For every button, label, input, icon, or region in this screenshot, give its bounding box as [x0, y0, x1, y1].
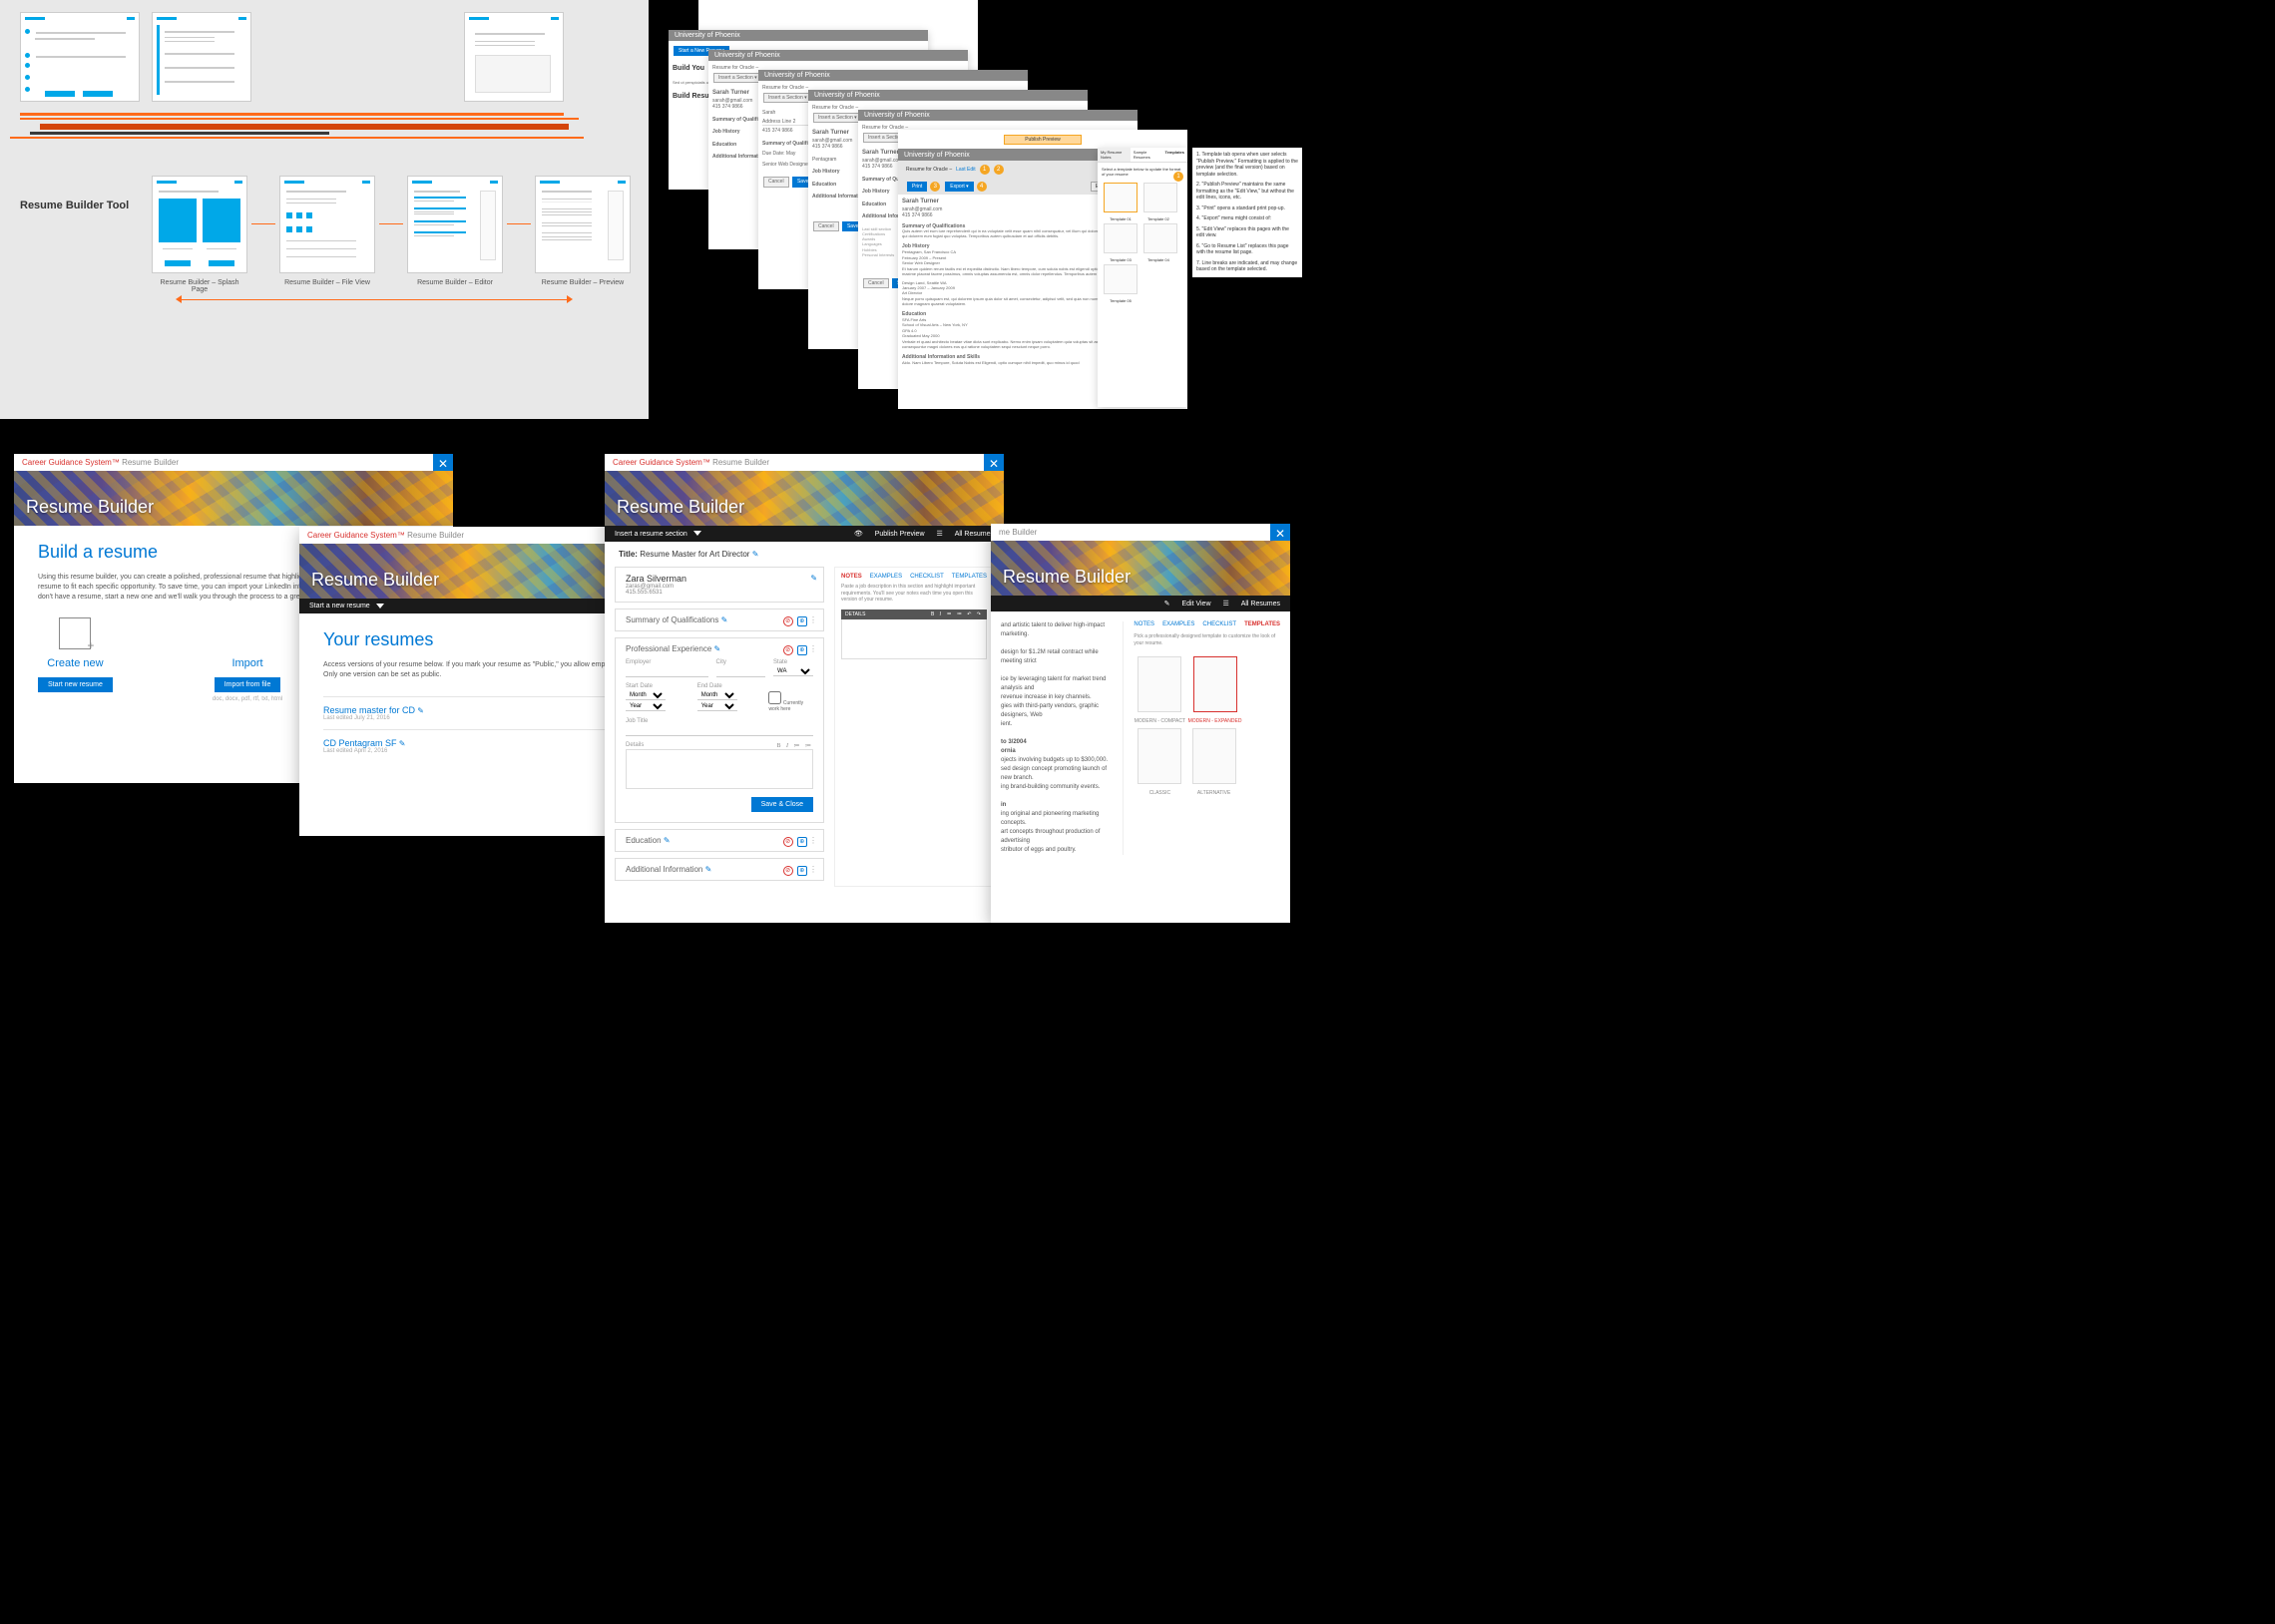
delete-icon[interactable]: ⊘: [783, 616, 793, 626]
template-classic[interactable]: [1138, 728, 1181, 784]
drag-icon[interactable]: ⋮: [809, 644, 817, 653]
wireframe-title: Resume Builder Tool: [20, 200, 129, 211]
template-modern-expanded[interactable]: [1193, 656, 1237, 712]
end-year[interactable]: Year: [697, 702, 737, 711]
template-modern-compact[interactable]: [1138, 656, 1181, 712]
edit-view-link[interactable]: ✎ Edit View: [1164, 601, 1211, 608]
cancel-btn[interactable]: Cancel: [763, 177, 789, 188]
drag-icon[interactable]: ⋮: [809, 836, 817, 845]
publish-preview-pill[interactable]: Publish Preview: [1004, 135, 1082, 145]
add-icon[interactable]: ⊕: [797, 837, 807, 847]
brand: Career Guidance System™: [22, 458, 120, 467]
drag-icon[interactable]: ⋮: [809, 865, 817, 874]
export-btn[interactable]: Export ▾: [945, 182, 973, 192]
state-select[interactable]: WA: [773, 667, 813, 676]
create-new-option: + Create new Start new resume: [38, 617, 113, 702]
cascade-header: University of Phoenix: [669, 30, 928, 41]
notes-textarea[interactable]: [841, 619, 987, 659]
pencil-icon[interactable]: ✎: [721, 615, 728, 624]
wf-splash: [152, 176, 247, 273]
template-thumb-5[interactable]: [1104, 264, 1138, 294]
experience-section: Professional Experience ✎ ⊘ ⊕ ⋮ Employer…: [615, 637, 824, 823]
addl-info-section[interactable]: Additional Information ✎ ⊘ ⊕ ⋮: [615, 858, 824, 881]
import-option: Import Import from file doc, docx, pdf, …: [213, 617, 282, 702]
insert-section-btn[interactable]: Insert a Section ▾: [713, 73, 762, 84]
template-thumb-4[interactable]: [1143, 223, 1177, 253]
details-textarea[interactable]: [626, 749, 813, 789]
wf-label-splash: Resume Builder – Splash Page: [152, 279, 247, 293]
tab-examples[interactable]: EXAMPLES: [1162, 621, 1194, 627]
employer-input[interactable]: [626, 666, 708, 677]
chevron-down-icon: [376, 604, 384, 609]
template-thumb-3[interactable]: [1104, 223, 1138, 253]
create-icon: +: [59, 617, 91, 649]
banner: Resume Builder: [14, 471, 453, 526]
all-resumes-link[interactable]: ☰ All Resumes: [1222, 601, 1280, 608]
template-thumb-2[interactable]: [1143, 183, 1177, 212]
wf-card-1: [20, 12, 140, 102]
education-section[interactable]: Education ✎ ⊘ ⊕ ⋮: [615, 829, 824, 852]
callout-1: 1: [980, 165, 990, 175]
cascade-sidepanel: My Resume Notes Sample Resumes Templates…: [1098, 148, 1187, 407]
city-input[interactable]: [716, 666, 766, 677]
side-tabs: NOTES EXAMPLES CHECKLIST TEMPLATES: [1134, 621, 1280, 627]
tab-templates[interactable]: TEMPLATES: [952, 574, 987, 580]
wf-label-file: Resume Builder – File View: [279, 279, 375, 286]
pencil-icon[interactable]: ✎: [810, 574, 817, 583]
end-month[interactable]: Month: [697, 691, 737, 700]
pencil-icon[interactable]: ✎: [664, 836, 671, 845]
template-thumb-1[interactable]: [1104, 183, 1138, 212]
jobtitle-input[interactable]: [626, 725, 813, 736]
current-work-checkbox[interactable]: [768, 691, 781, 704]
wf-fileview: [279, 176, 375, 273]
pencil-icon[interactable]: ✎: [752, 550, 759, 559]
contact-section: Zara Silverman zaras@gmail.com 415.555.6…: [615, 567, 824, 603]
add-icon[interactable]: ⊕: [797, 616, 807, 626]
window-editor: Career Guidance System™ Resume Builder ✕…: [605, 454, 1004, 923]
tab-checklist[interactable]: CHECKLIST: [910, 574, 944, 580]
start-month[interactable]: Month: [626, 691, 666, 700]
wf-preview: [535, 176, 631, 273]
save-close-button[interactable]: Save & Close: [751, 797, 813, 812]
wf-card-3: [464, 12, 564, 102]
all-resumes-link[interactable]: ☰ All Resumes: [936, 531, 994, 538]
format-toolbar-side[interactable]: B I ≔ ≔ ↶ ↷: [931, 611, 983, 617]
drag-icon[interactable]: ⋮: [809, 615, 817, 624]
soq-section[interactable]: Summary of Qualifications ✎ ⊘ ⊕ ⋮: [615, 609, 824, 631]
wf-label-editor: Resume Builder – Editor: [407, 279, 503, 286]
delete-icon[interactable]: ⊘: [783, 837, 793, 847]
add-icon[interactable]: ⊕: [797, 645, 807, 655]
delete-icon[interactable]: ⊘: [783, 645, 793, 655]
wf-card-2: [152, 12, 251, 102]
import-from-file-button[interactable]: Import from file: [215, 677, 281, 692]
delete-icon[interactable]: ⊘: [783, 866, 793, 876]
add-icon[interactable]: ⊕: [797, 866, 807, 876]
pencil-icon[interactable]: ✎: [705, 865, 712, 874]
tab-checklist[interactable]: CHECKLIST: [1202, 621, 1236, 627]
resume-preview-body: and artistic talent to deliver high-impa…: [1001, 621, 1113, 855]
annotation-notes: 1. Template tab opens when user selects …: [1192, 148, 1302, 277]
pencil-icon[interactable]: ✎: [417, 706, 424, 715]
chevron-down-icon: [693, 531, 701, 536]
start-year[interactable]: Year: [626, 702, 666, 711]
window-preview: me Builder ✕ Resume Builder ✎ Edit View …: [991, 524, 1290, 923]
insert-section-dropdown[interactable]: Insert a resume section: [615, 531, 701, 538]
tab-examples[interactable]: EXAMPLES: [870, 574, 902, 580]
pencil-icon[interactable]: ✎: [714, 644, 721, 653]
template-alternative[interactable]: [1192, 728, 1236, 784]
print-btn[interactable]: Print: [907, 182, 927, 192]
pencil-icon[interactable]: ✎: [399, 739, 406, 748]
wf-label-preview: Resume Builder – Preview: [535, 279, 631, 286]
start-new-resume-button[interactable]: Start new resume: [38, 677, 113, 692]
format-toolbar[interactable]: B I ≔ ≔: [777, 742, 814, 749]
tab-notes[interactable]: NOTES: [1134, 621, 1154, 627]
callout-2: 2: [994, 165, 1004, 175]
publish-preview-link[interactable]: 👁 Publish Preview: [854, 531, 925, 538]
start-new-resume-dropdown[interactable]: Start a new resume: [309, 603, 384, 609]
tab-notes[interactable]: NOTES: [841, 574, 862, 580]
wf-editor: [407, 176, 503, 273]
side-tabs: NOTES EXAMPLES CHECKLIST TEMPLATES: [841, 574, 987, 580]
tab-templates[interactable]: TEMPLATES: [1244, 621, 1280, 627]
